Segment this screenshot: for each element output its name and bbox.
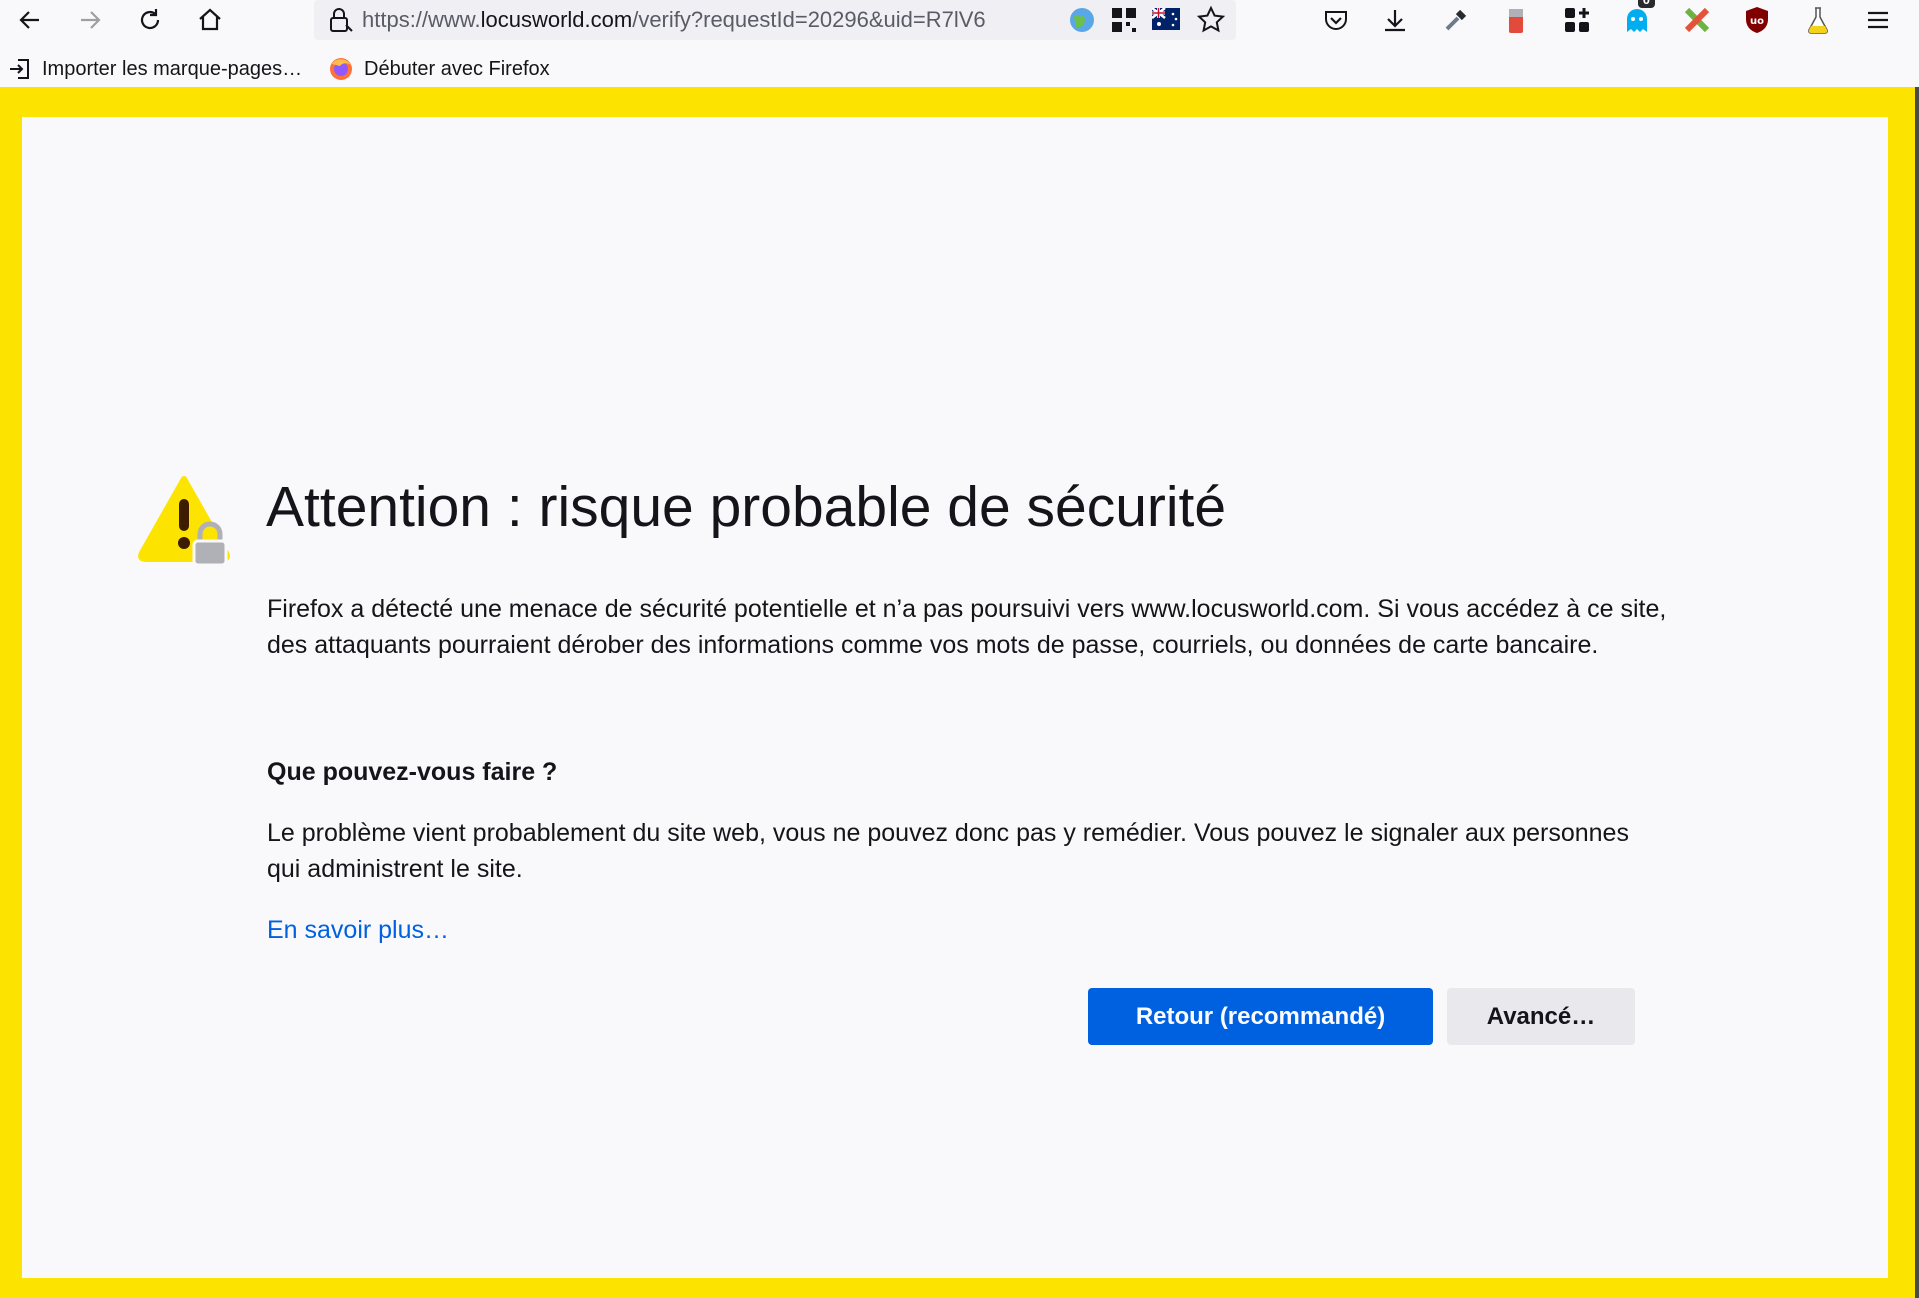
battery-extension-button[interactable] bbox=[1494, 0, 1538, 40]
firefox-icon bbox=[328, 56, 354, 82]
learn-more-link[interactable]: En savoir plus… bbox=[267, 912, 449, 948]
url-host: locusworld.com bbox=[480, 7, 633, 32]
home-icon bbox=[199, 8, 221, 31]
flask-extension-button[interactable] bbox=[1796, 0, 1840, 40]
eyedropper-icon bbox=[1445, 9, 1467, 31]
what-can-you-do-heading: Que pouvez-vous faire ? bbox=[267, 758, 558, 786]
back-button[interactable] bbox=[8, 0, 52, 40]
app-menu-button[interactable] bbox=[1856, 0, 1900, 40]
pocket-icon bbox=[1325, 11, 1347, 30]
battery-icon bbox=[1509, 9, 1523, 33]
extension-badge: 0 bbox=[1637, 0, 1655, 8]
window-edge bbox=[1915, 87, 1919, 1298]
cross-extension-button[interactable] bbox=[1675, 0, 1719, 40]
page-title: Attention : risque probable de sécurité bbox=[266, 475, 1227, 539]
pocket-button[interactable] bbox=[1314, 0, 1358, 40]
import-icon bbox=[8, 57, 32, 81]
bookmark-label: Débuter avec Firefox bbox=[364, 57, 550, 80]
navigation-toolbar: https://www.locusworld.com/verify?reques… bbox=[0, 0, 1919, 46]
url-path: /verify?requestId=20296&uid=R7lV6 bbox=[632, 7, 986, 32]
reload-icon bbox=[140, 9, 160, 30]
download-icon bbox=[1385, 10, 1405, 32]
globe-extension-icon[interactable] bbox=[1068, 6, 1096, 39]
apps-grid-icon bbox=[1565, 8, 1589, 32]
bookmark-star-icon[interactable] bbox=[1196, 5, 1226, 40]
hamburger-menu-icon bbox=[1868, 11, 1888, 29]
downloads-button[interactable] bbox=[1373, 0, 1417, 40]
apps-extension-button[interactable] bbox=[1555, 0, 1599, 40]
bookmark-import[interactable]: Importer les marque-pages… bbox=[8, 52, 302, 86]
error-page-content: Attention : risque probable de sécurité … bbox=[22, 117, 1888, 1278]
home-button[interactable] bbox=[188, 0, 232, 40]
go-back-button[interactable]: Retour (recommandé) bbox=[1088, 988, 1433, 1045]
back-arrow-icon bbox=[19, 11, 39, 29]
bookmark-getting-started[interactable]: Débuter avec Firefox bbox=[328, 52, 550, 86]
forward-arrow-icon bbox=[81, 11, 101, 29]
reload-button[interactable] bbox=[128, 0, 172, 40]
url-prefix: https://www. bbox=[362, 7, 481, 32]
ublock-shield-icon: uo bbox=[1746, 7, 1768, 33]
qr-code-icon[interactable] bbox=[1110, 6, 1138, 39]
ghostery-extension-button[interactable]: 0 bbox=[1615, 0, 1659, 40]
insecure-lock-icon[interactable] bbox=[326, 6, 354, 39]
ublock-button[interactable]: uo bbox=[1735, 0, 1779, 40]
bookmark-label: Importer les marque-pages… bbox=[42, 57, 303, 80]
error-description: Firefox a détecté une menace de sécurité… bbox=[267, 595, 1667, 659]
forward-button[interactable] bbox=[68, 0, 112, 40]
ghost-icon bbox=[1627, 9, 1647, 32]
url-bar[interactable]: https://www.locusworld.com/verify?reques… bbox=[314, 0, 1236, 40]
flask-icon bbox=[1807, 7, 1829, 34]
advanced-button[interactable]: Avancé… bbox=[1447, 988, 1635, 1045]
cross-icon bbox=[1684, 7, 1710, 33]
eyedropper-extension-button[interactable] bbox=[1434, 0, 1478, 40]
error-explanation: Le problème vient probablement du site w… bbox=[267, 819, 1629, 883]
svg-text:uo: uo bbox=[1750, 16, 1764, 27]
australia-flag-icon[interactable] bbox=[1151, 7, 1180, 35]
bookmarks-toolbar: Importer les marque-pages… Débuter avec … bbox=[0, 52, 1919, 86]
url-text[interactable]: https://www.locusworld.com/verify?reques… bbox=[362, 0, 1062, 40]
security-warning-icon bbox=[138, 476, 230, 567]
